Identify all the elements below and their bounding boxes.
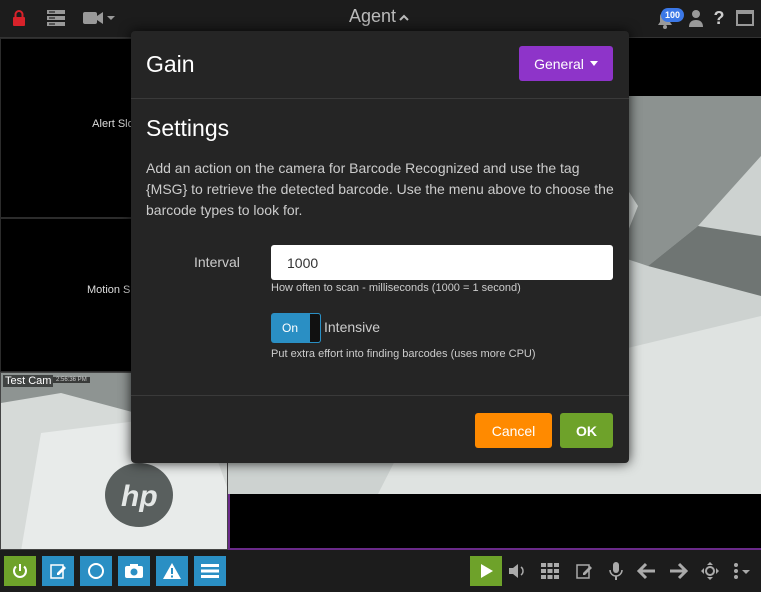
volume-button[interactable] bbox=[501, 556, 533, 586]
more-menu-button[interactable] bbox=[728, 556, 754, 586]
general-menu-button[interactable]: General bbox=[519, 46, 613, 81]
edit-icon bbox=[50, 564, 66, 579]
window-icon[interactable] bbox=[735, 9, 755, 27]
dialog-header: Gain General bbox=[131, 31, 629, 99]
list-button[interactable] bbox=[194, 556, 226, 586]
record-button[interactable] bbox=[80, 556, 112, 586]
bottom-toolbar bbox=[0, 550, 761, 592]
dialog-title: Gain bbox=[146, 51, 195, 77]
dialog-footer: Cancel OK bbox=[131, 395, 629, 463]
chevron-up-icon bbox=[399, 14, 409, 21]
grid-button[interactable] bbox=[534, 556, 566, 586]
play-button[interactable] bbox=[470, 556, 502, 586]
power-icon bbox=[13, 564, 27, 578]
help-icon[interactable]: ? bbox=[712, 8, 726, 28]
camera-icon bbox=[125, 564, 143, 578]
alert-button[interactable] bbox=[156, 556, 188, 586]
record-icon bbox=[88, 563, 104, 579]
move-icon bbox=[701, 562, 719, 580]
camera-dropdown-icon[interactable] bbox=[82, 9, 116, 27]
intensive-label: Intensive bbox=[324, 319, 381, 335]
power-button[interactable] bbox=[4, 556, 36, 586]
ok-button[interactable]: OK bbox=[560, 413, 613, 448]
notification-badge: 100 bbox=[661, 8, 685, 22]
grid-icon bbox=[541, 563, 559, 579]
arrow-left-icon bbox=[637, 562, 655, 580]
edit-button[interactable] bbox=[42, 556, 74, 586]
camera-label: Test Cam bbox=[3, 375, 54, 387]
lock-icon[interactable] bbox=[10, 9, 28, 27]
cancel-button[interactable]: Cancel bbox=[475, 413, 552, 448]
intensive-toggle[interactable]: On bbox=[271, 313, 321, 343]
arrow-left-button[interactable] bbox=[631, 556, 663, 586]
edit-icon bbox=[576, 564, 592, 579]
user-icon[interactable] bbox=[688, 9, 704, 27]
camera-timestamp: 2:56:36 PM bbox=[53, 377, 90, 383]
intensive-help-text: Put extra effort into finding barcodes (… bbox=[271, 348, 536, 360]
more-vertical-icon bbox=[734, 563, 750, 579]
microphone-button[interactable] bbox=[600, 556, 632, 586]
warning-icon bbox=[163, 563, 181, 579]
play-icon bbox=[481, 564, 493, 578]
toggle-state-label: On bbox=[281, 321, 298, 335]
server-icon[interactable] bbox=[46, 9, 66, 27]
ptz-button[interactable] bbox=[694, 556, 726, 586]
arrow-right-button[interactable] bbox=[662, 556, 694, 586]
gain-settings-dialog: Gain General Settings Add an action on t… bbox=[131, 31, 629, 463]
list-icon bbox=[201, 564, 219, 578]
volume-icon bbox=[509, 564, 524, 578]
arrow-right-icon bbox=[670, 562, 688, 580]
snapshot-button[interactable] bbox=[118, 556, 150, 586]
agent-title-text: Agent bbox=[349, 6, 397, 26]
empty-slot[interactable] bbox=[228, 494, 761, 550]
interval-label: Interval bbox=[194, 254, 240, 270]
interval-input[interactable] bbox=[271, 245, 613, 280]
general-menu-label: General bbox=[534, 55, 584, 72]
edit-camera-button[interactable] bbox=[569, 556, 601, 586]
settings-heading: Settings bbox=[146, 115, 230, 141]
microphone-icon bbox=[609, 562, 623, 580]
caret-down-icon bbox=[589, 61, 598, 66]
agent-title[interactable]: Agent bbox=[349, 6, 409, 27]
toggle-knob bbox=[309, 313, 321, 343]
settings-description: Add an action on the camera for Barcode … bbox=[146, 160, 614, 218]
svg-text:hp: hp bbox=[121, 480, 158, 513]
interval-help-text: How often to scan - milliseconds (1000 =… bbox=[271, 282, 521, 294]
